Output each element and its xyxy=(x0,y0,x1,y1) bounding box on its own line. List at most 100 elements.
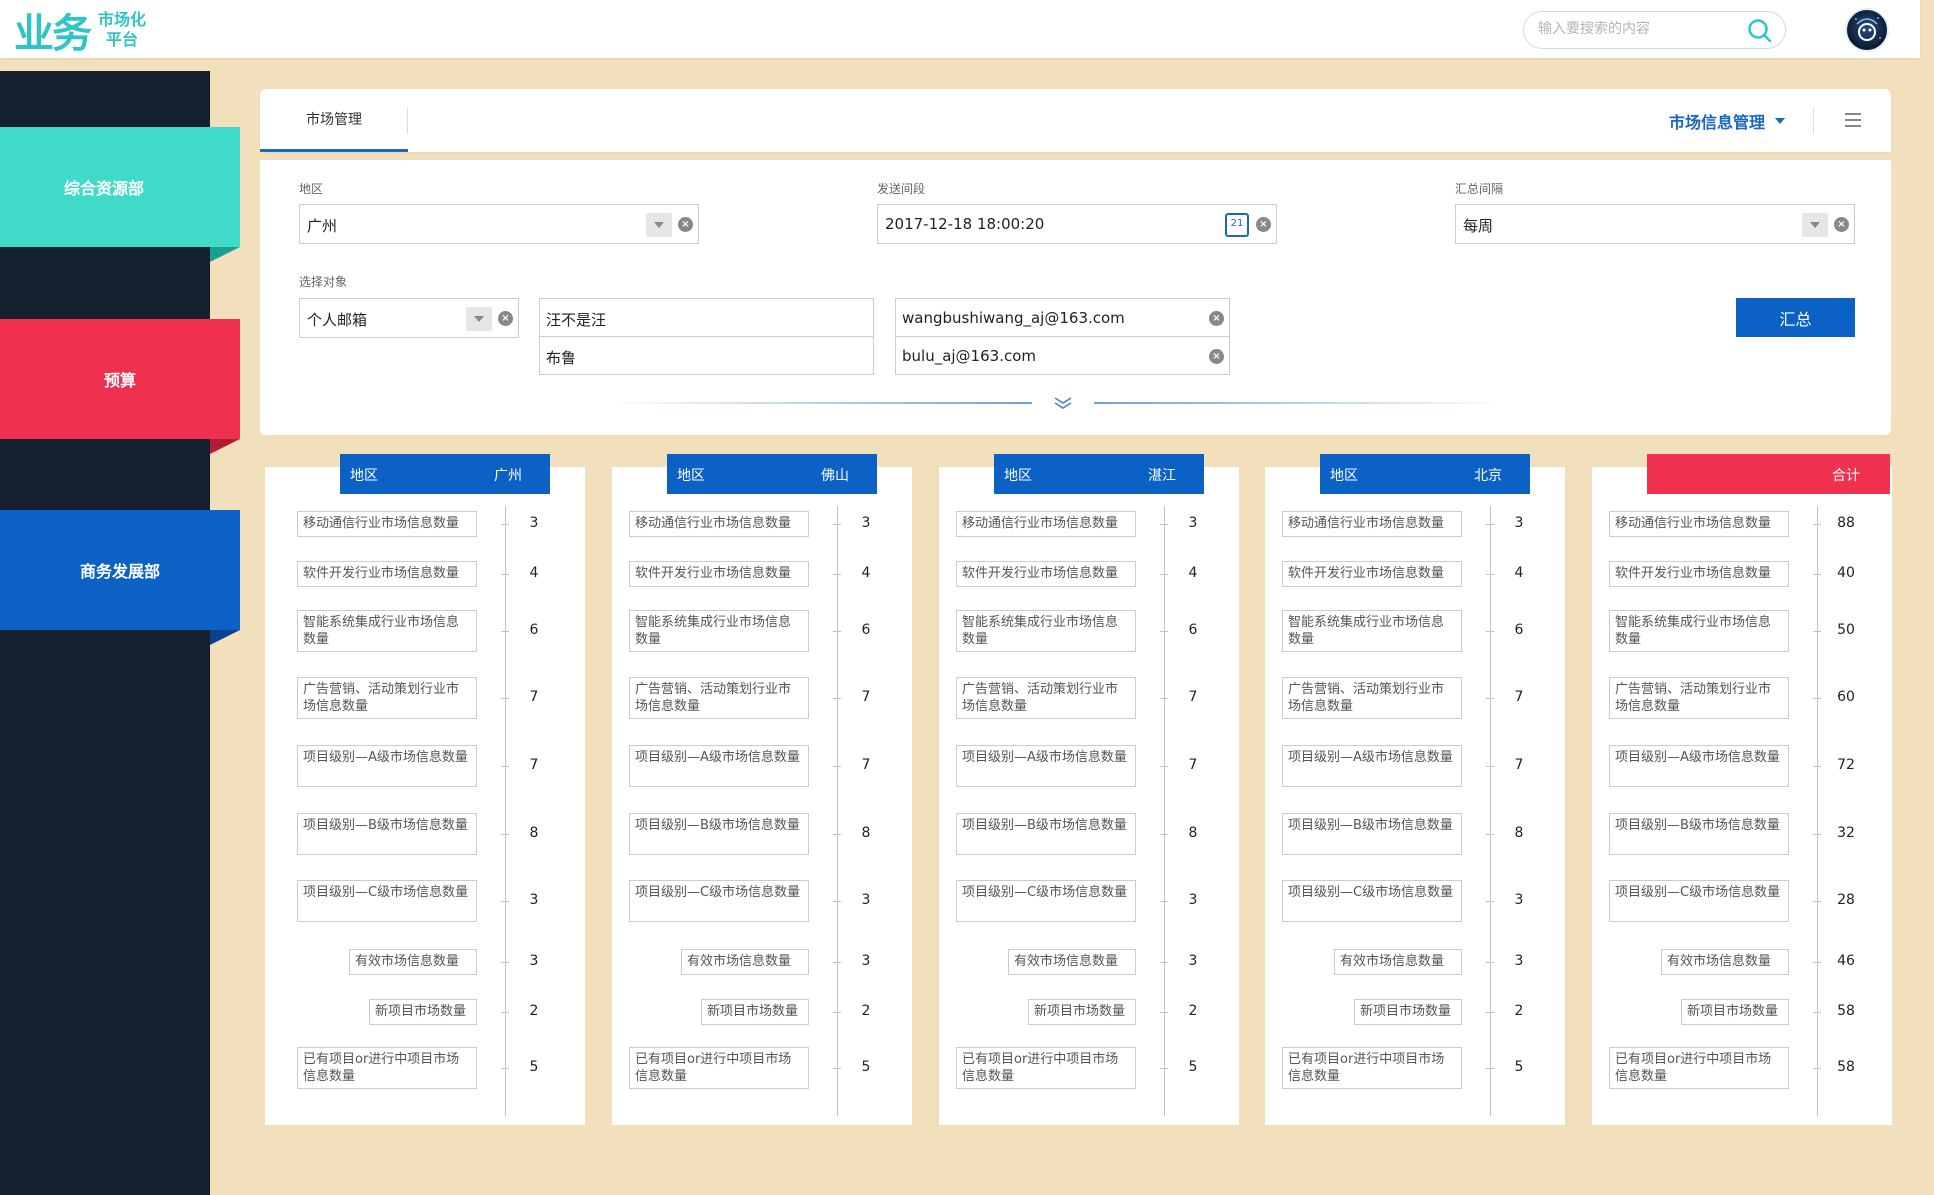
double-chevron-down-icon[interactable] xyxy=(1053,396,1073,410)
metric-label: 广告营销、活动策划行业市场信息数量 xyxy=(629,677,809,719)
app-logo[interactable]: 业务 市场化 平台 xyxy=(14,6,146,57)
metric-label: 项目级别—A级市场信息数量 xyxy=(1609,745,1789,787)
total-header: 合计 xyxy=(1647,454,1890,494)
clear-icon[interactable]: × xyxy=(1209,349,1224,364)
clear-icon[interactable]: × xyxy=(1256,217,1271,232)
metric-label: 已有项目or进行中项目市场信息数量 xyxy=(1282,1047,1462,1089)
search-input[interactable] xyxy=(1538,21,1738,37)
metric-label: 项目级别—C级市场信息数量 xyxy=(1609,880,1789,922)
chevron-down-icon[interactable] xyxy=(646,213,672,237)
name-field[interactable]: 汪不是汪 xyxy=(539,298,874,337)
connector-line xyxy=(837,506,838,1116)
metric-value: 3 xyxy=(529,515,539,531)
row-connector xyxy=(1486,1012,1494,1013)
metric-label: 新项目市场数量 xyxy=(369,999,477,1025)
metric-value: 2 xyxy=(529,1003,539,1019)
region-header: 地区 湛江 xyxy=(994,454,1204,494)
region-select[interactable]: 广州 × xyxy=(299,204,699,244)
sidebar-item-budget[interactable]: 预算 xyxy=(0,319,240,454)
row-connector xyxy=(501,1068,509,1069)
caret-down-icon xyxy=(1775,118,1785,124)
name-field[interactable]: 布鲁 xyxy=(539,336,874,375)
metric-value: 5 xyxy=(529,1059,539,1075)
metric-label: 广告营销、活动策划行业市场信息数量 xyxy=(297,677,477,719)
row-connector xyxy=(833,1068,841,1069)
logo-line-2: 平台 xyxy=(106,30,139,49)
metric-label: 移动通信行业市场信息数量 xyxy=(629,511,809,537)
row-connector xyxy=(501,574,509,575)
region-key-label: 地区 xyxy=(677,468,705,484)
time-value: 2017-12-18 18:00:20 xyxy=(885,215,1045,233)
row-connector xyxy=(833,524,841,525)
menu-icon[interactable] xyxy=(1845,113,1861,127)
metric-value: 3 xyxy=(1514,953,1524,969)
email-field[interactable]: wangbushiwang_aj@163.com × xyxy=(895,298,1230,337)
metric-value: 7 xyxy=(529,757,539,773)
metric-value: 7 xyxy=(861,757,871,773)
calendar-icon[interactable]: 21 xyxy=(1225,213,1249,237)
email-field[interactable]: bulu_aj@163.com × xyxy=(895,336,1230,375)
clear-icon[interactable]: × xyxy=(1834,217,1849,232)
ribbon-fold xyxy=(210,630,240,645)
metric-label: 项目级别—A级市场信息数量 xyxy=(956,745,1136,787)
metric-label: 项目级别—A级市场信息数量 xyxy=(297,745,477,787)
metric-value: 6 xyxy=(529,622,539,638)
metric-value: 60 xyxy=(1837,689,1855,705)
metric-value: 46 xyxy=(1837,953,1855,969)
target-type-value: 个人邮箱 xyxy=(307,311,368,329)
target-type-select[interactable]: 个人邮箱 × xyxy=(299,298,519,338)
row-connector xyxy=(1486,698,1494,699)
metric-value: 7 xyxy=(1514,689,1524,705)
interval-select[interactable]: 每周 × xyxy=(1455,204,1855,244)
metric-label: 智能系统集成行业市场信息数量 xyxy=(629,610,809,652)
clear-icon[interactable]: × xyxy=(498,311,513,326)
metric-label: 智能系统集成行业市场信息数量 xyxy=(1282,610,1462,652)
metric-value: 7 xyxy=(1188,689,1198,705)
metric-value: 2 xyxy=(1514,1003,1524,1019)
chevron-down-icon[interactable] xyxy=(1802,213,1828,237)
logo-subtitle: 市场化 平台 xyxy=(98,10,146,50)
user-avatar[interactable] xyxy=(1845,8,1889,52)
metric-value: 6 xyxy=(861,622,871,638)
metric-value: 58 xyxy=(1837,1059,1855,1075)
email-value: wangbushiwang_aj@163.com xyxy=(902,309,1125,327)
row-connector xyxy=(1813,698,1821,699)
metric-label: 项目级别—C级市场信息数量 xyxy=(1282,880,1462,922)
row-connector xyxy=(1486,766,1494,767)
sidebar-item-resources[interactable]: 综合资源部 xyxy=(0,127,240,262)
row-connector xyxy=(1160,1068,1168,1069)
row-connector xyxy=(501,962,509,963)
divider-line xyxy=(610,402,1032,404)
metric-value: 58 xyxy=(1837,1003,1855,1019)
metric-value: 8 xyxy=(861,825,871,841)
metric-value: 2 xyxy=(1188,1003,1198,1019)
time-label: 发送间段 xyxy=(877,182,926,196)
metric-value: 2 xyxy=(861,1003,871,1019)
tab-market-management[interactable]: 市场管理 xyxy=(260,89,408,152)
row-connector xyxy=(1160,1012,1168,1013)
tab-divider xyxy=(1813,107,1814,134)
summary-button[interactable]: 汇总 xyxy=(1736,298,1855,337)
metric-label: 项目级别—A级市场信息数量 xyxy=(1282,745,1462,787)
metric-label: 已有项目or进行中项目市场信息数量 xyxy=(297,1047,477,1089)
market-info-dropdown[interactable]: 市场信息管理 xyxy=(1669,109,1785,133)
metric-label: 移动通信行业市场信息数量 xyxy=(297,511,477,537)
metric-label: 广告营销、活动策划行业市场信息数量 xyxy=(1609,677,1789,719)
metric-label: 移动通信行业市场信息数量 xyxy=(1282,511,1462,537)
metric-value: 6 xyxy=(1514,622,1524,638)
row-connector xyxy=(501,1012,509,1013)
row-connector xyxy=(833,766,841,767)
row-connector xyxy=(1486,1068,1494,1069)
chevron-down-icon[interactable] xyxy=(466,307,492,331)
region-header: 地区 佛山 xyxy=(667,454,877,494)
row-connector xyxy=(1160,766,1168,767)
metric-label: 软件开发行业市场信息数量 xyxy=(629,561,809,587)
sidebar-item-business-dev[interactable]: 商务发展部 xyxy=(0,510,240,645)
clear-icon[interactable]: × xyxy=(678,217,693,232)
time-field[interactable]: 2017-12-18 18:00:20 21 × xyxy=(877,204,1277,244)
search-icon[interactable] xyxy=(1747,18,1773,44)
metric-label: 移动通信行业市场信息数量 xyxy=(1609,511,1789,537)
total-label: 合计 xyxy=(1832,468,1860,484)
clear-icon[interactable]: × xyxy=(1209,311,1224,326)
metric-value: 3 xyxy=(1514,515,1524,531)
